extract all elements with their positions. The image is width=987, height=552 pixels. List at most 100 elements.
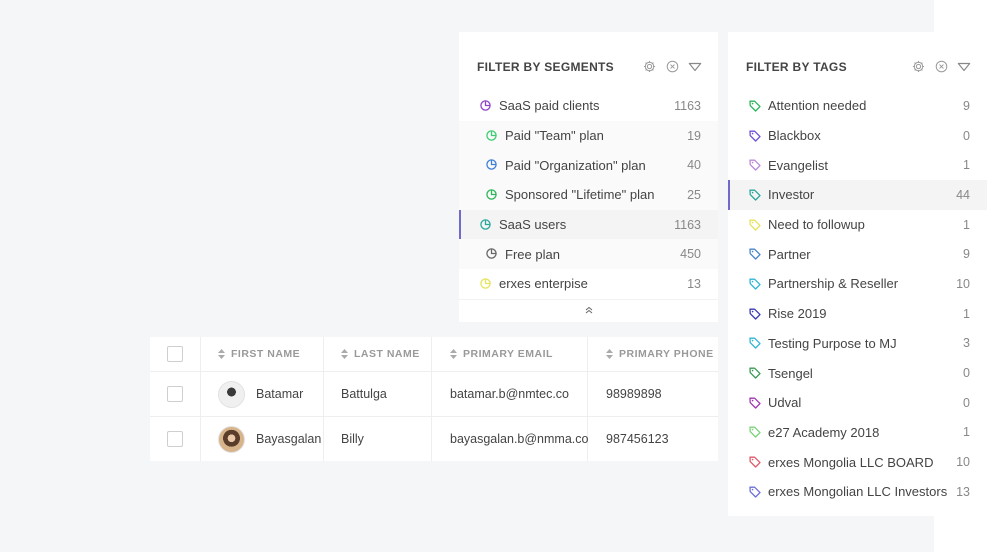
- gear-icon[interactable]: [642, 60, 656, 74]
- tag-count: 1: [963, 217, 970, 232]
- tag-icon: [749, 219, 761, 231]
- pie-chart-icon: [486, 159, 498, 171]
- tag-count: 0: [963, 128, 970, 143]
- column-header-primary-phone[interactable]: PRIMARY PHONE: [588, 337, 718, 371]
- segment-label: Paid "Organization" plan: [505, 157, 646, 173]
- pie-chart-icon: [486, 189, 498, 201]
- segment-item[interactable]: Paid "Organization" plan 40: [459, 150, 718, 181]
- tag-icon: [749, 100, 761, 112]
- column-header-primary-email[interactable]: PRIMARY EMAIL: [432, 337, 588, 371]
- tag-item[interactable]: Evangelist 1: [728, 150, 987, 180]
- email-cell: bayasgalan.b@nmma.co: [432, 417, 588, 461]
- row-checkbox[interactable]: [167, 386, 183, 402]
- column-header-label: PRIMARY EMAIL: [463, 348, 553, 360]
- phone-cell: 987456123: [606, 432, 669, 446]
- sort-icon[interactable]: [450, 349, 457, 359]
- tag-icon: [749, 486, 761, 498]
- table-row[interactable]: Batamar Battulga batamar.b@nmtec.co 9898…: [150, 372, 718, 417]
- tag-item[interactable]: Partnership & Reseller 10: [728, 269, 987, 299]
- avatar: [218, 425, 245, 453]
- segments-filter-panel: FILTER BY SEGMENTS SaaS paid clients 1163…: [459, 32, 718, 322]
- segment-item[interactable]: SaaS paid clients 1163: [459, 91, 718, 121]
- chevrons-up-icon[interactable]: [459, 298, 718, 321]
- segment-item[interactable]: Free plan 450: [459, 239, 718, 270]
- pie-chart-icon: [480, 278, 492, 290]
- tag-item[interactable]: Need to followup 1: [728, 210, 987, 240]
- column-header-last-name[interactable]: LAST NAME: [324, 337, 432, 371]
- tag-item[interactable]: Blackbox 0: [728, 121, 987, 151]
- segment-count: 40: [687, 158, 701, 173]
- sort-icon[interactable]: [341, 349, 348, 359]
- tag-item[interactable]: Partner 9: [728, 239, 987, 269]
- tag-icon: [749, 456, 761, 468]
- chevron-down-icon[interactable]: [688, 60, 702, 74]
- tag-label: Investor: [768, 187, 815, 203]
- phone-cell: 98989898: [606, 387, 662, 401]
- close-circle-icon[interactable]: [665, 60, 679, 74]
- tag-item[interactable]: Tsengel 0: [728, 358, 987, 388]
- chevron-down-icon[interactable]: [957, 60, 971, 74]
- segment-label: Paid "Team" plan: [505, 128, 604, 144]
- pie-chart-icon: [480, 100, 492, 112]
- column-header-first-name[interactable]: FIRST NAME: [201, 337, 324, 371]
- tag-count: 0: [963, 366, 970, 381]
- tag-icon: [749, 278, 761, 290]
- tag-icon: [749, 130, 761, 142]
- email-cell: batamar.b@nmtec.co: [432, 372, 588, 416]
- row-select-cell: [150, 417, 201, 461]
- tag-count: 10: [956, 276, 970, 291]
- tag-icon: [749, 337, 761, 349]
- table-row[interactable]: Bayasgalan Billy bayasgalan.b@nmma.co 98…: [150, 417, 718, 461]
- tag-label: Udval: [768, 395, 802, 411]
- tag-label: Partner: [768, 246, 811, 262]
- segments-list: SaaS paid clients 1163 Paid "Team" plan 19 P…: [459, 91, 718, 299]
- tag-label: e27 Academy 2018: [768, 424, 880, 440]
- tag-label: Attention needed: [768, 98, 867, 114]
- segment-item[interactable]: Sponsored "Lifetime" plan 25: [459, 180, 718, 210]
- tags-filter-panel: FILTER BY TAGS Attention needed 9 Blackbox…: [728, 32, 987, 516]
- tag-label: Need to followup: [768, 217, 865, 233]
- gear-icon[interactable]: [911, 60, 925, 74]
- segment-item[interactable]: Paid "Team" plan 19: [459, 120, 718, 151]
- tag-icon: [749, 189, 761, 201]
- segment-count: 19: [687, 128, 701, 143]
- tag-count: 1: [963, 158, 970, 173]
- tag-item[interactable]: erxes Mongolia LLC BOARD 10: [728, 447, 987, 477]
- segment-item[interactable]: erxes enterpise 13: [459, 269, 718, 299]
- tag-icon: [749, 308, 761, 320]
- tag-item[interactable]: Investor 44: [728, 180, 987, 210]
- first-name-cell: Batamar: [201, 372, 324, 416]
- close-circle-icon[interactable]: [934, 60, 948, 74]
- tags-list: Attention needed 9 Blackbox 0 Evangelist 1 Inv…: [728, 91, 987, 507]
- tag-item[interactable]: erxes Mongolian LLC Investors 13: [728, 477, 987, 507]
- customers-table: FIRST NAME LAST NAME PRIMARY EMAIL PRIMA…: [150, 337, 718, 461]
- sort-icon[interactable]: [606, 349, 613, 359]
- pie-chart-icon: [480, 218, 492, 231]
- first-name: Bayasgalan: [256, 432, 322, 446]
- sort-icon[interactable]: [218, 349, 225, 359]
- tag-label: Blackbox: [768, 128, 821, 144]
- avatar: [218, 380, 245, 408]
- tag-label: erxes Mongolian LLC Investors: [768, 484, 948, 500]
- tag-label: Evangelist: [768, 157, 828, 173]
- tag-label: Testing Purpose to MJ: [768, 335, 897, 351]
- tag-item[interactable]: Testing Purpose to MJ 3: [728, 329, 987, 359]
- last-name-cell: Billy: [324, 417, 432, 461]
- segment-item[interactable]: SaaS users 1163: [459, 209, 718, 240]
- tag-item[interactable]: Attention needed 9: [728, 91, 987, 121]
- segment-label: SaaS users: [499, 217, 567, 233]
- last-name-cell: Battulga: [324, 372, 432, 416]
- tag-item[interactable]: Udval 0: [728, 388, 987, 418]
- tag-count: 13: [956, 484, 970, 499]
- segments-panel-header: FILTER BY SEGMENTS: [459, 50, 718, 83]
- tag-icon: [749, 248, 761, 260]
- tag-item[interactable]: e27 Academy 2018 1: [728, 418, 987, 448]
- tag-item[interactable]: Rise 2019 1: [728, 299, 987, 329]
- row-checkbox[interactable]: [167, 431, 183, 447]
- tag-count: 9: [963, 98, 970, 113]
- select-all-checkbox[interactable]: [167, 346, 183, 362]
- tags-panel-header: FILTER BY TAGS: [728, 50, 987, 83]
- tags-panel-title: FILTER BY TAGS: [746, 59, 847, 74]
- tag-icon: [749, 159, 761, 171]
- segment-count: 13: [687, 276, 701, 291]
